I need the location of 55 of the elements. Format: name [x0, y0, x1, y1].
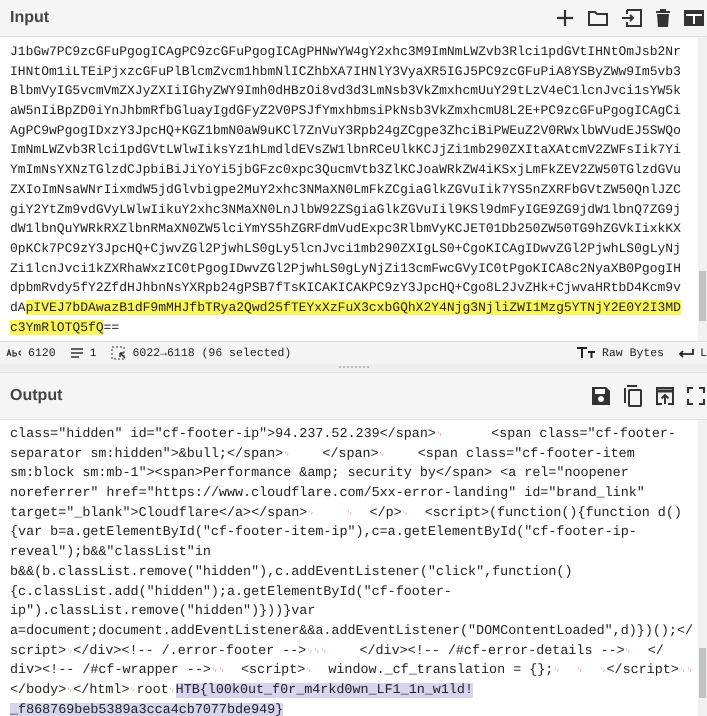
code-text: == [104, 320, 120, 335]
fullscreen-icon[interactable] [685, 385, 707, 407]
code-text: script>␊</div><!-- /.error-footer -->␊␊␊ </div><!-- /#cf-error-details -->␊ </ [10, 644, 664, 659]
code-text: reveal");b&&"classList"in [10, 545, 211, 560]
code-text: giY2YtZm9vdGVyLWlwIikuY2xhc3NMaXN0LnJlbW92ZSgiaGlkZGVuIil9KSl9dmFyIGE9ZG9jdW1lbnQ7ZG9j [10, 202, 681, 216]
code-text: a=document;document.addEventListener&&a.addEventListener("DOMContentLoaded",d)})();</ [10, 624, 694, 639]
selection-icon [110, 346, 127, 360]
trash-icon[interactable] [653, 6, 673, 30]
code-text: separator sm:hidden">&bull;</span>␊ </span>␊ <span class="cf-footer-item [10, 446, 635, 462]
text-size-icon [576, 347, 596, 359]
scrollbar[interactable] [698, 37, 707, 341]
code-text: dW1lbnQuYWRkRXZlbnRMaXN0ZW5lciYmYS5hZGRFdmVudExpc3RlbmVyKCJET01Db250ZW50TG9hZGVkIixkKX [10, 221, 681, 236]
layout-icon[interactable] [681, 7, 707, 29]
characters-icon [6, 349, 22, 357]
highlighted-text: pIVEJ7bDAwazB1dF9mMHJfbTRya2Qwd25fTEYxXzFuX3cxbGQhX2Y4Njg3NjliZWI1Mzg5YTNjY2E0Y2I3MD [26, 300, 681, 315]
selection-range: 6022→6118 (96 selected) [132, 346, 292, 360]
code-text: {var b=a.getElementById("cf-footer-item-ip"),c=a.getElementById("cf-footer-ip- [10, 525, 637, 540]
save-icon[interactable] [589, 384, 613, 408]
highlighted-text: HTB{l00k0ut_f0r_m4rkd0wn_LF1_1n_w1ld! [176, 682, 473, 698]
code-text: YmImNsYXNzTGlzdCJpbiBiJiYoYi5jbGFzc0xpc3QucmVtb3ZlKCJoaWRkZW4iKSxjLmFkZEV2ZW50TGlzdGVu [10, 162, 681, 178]
code-text: </body>␊</html>␊root␊ [10, 682, 176, 698]
code-text: {c.classList.add("hidden");a.getElementById("cf-footer- [10, 584, 452, 600]
code-text: dA [10, 300, 26, 315]
code-text: Zi1lcnJvci1kZXRhaWxzIC0tPgogIDwvZGl2PjwhLS0gLyNjZi13cmFwcGVyIC0tPgoKICA8c2NyaXB0PgogIH [10, 260, 681, 276]
line-count: 1 [90, 346, 97, 360]
code-text: dpbmRvdy5fY2ZfdHJhbnNsYXRpb24gPSB7fTsKICAKICAKPC9zY3JpcHQ+Cgo8L2JvZHk+CjwvaHRtbD4Kcm9v [10, 280, 681, 296]
line-ending-button[interactable]: L [678, 346, 707, 360]
scrollbar[interactable] [698, 420, 707, 716]
highlighted-text: _f868769beb5389a3cca4cb7077bde949} [10, 702, 284, 716]
code-text: BlbmVyIG5vcmVmZXJyZXIiIGhyZWY9Imh0dHBzOi8vd3d3LmNsb3VkZmxhcmUuY29tLzV4eC1lcnJvci1sYW5k [10, 83, 681, 98]
code-text: target="_blank">Cloudflare</a></span>␊ ␊ </p>␊ <script>(function(){function d() [10, 506, 682, 521]
code-text: ZXIoImNsaWNrIixmdW5jdGlvbigpe2MuY2xhc3NMaXN0LmFkZCgiaGlkZGVuIik7YS5nZXRFbGVtZW50QnlJZC [10, 182, 681, 197]
code-text: ImNmLWZvb3Rlci1pdGVtLWlwIiksYz1hLmdldEVsZW1lbnRCeUlkKCJjZi1mb290ZXItaXAtcmV2ZWFsIik7Yi [10, 142, 681, 158]
panel-title: Input [10, 9, 50, 27]
code-text: J1bGw7PC9zcGFuPgogICAgPC9zcGFuPgogICAgPHNwYW4gY2xhc3M9ImNmLWZvb3Rlci1pdGVtIHNtOmJsb2Nr [10, 44, 681, 59]
code-text: sm:block sm:mb-1"><span>Performance &amp; security by</span> <a rel="noopener [10, 466, 629, 482]
return-arrow-icon [678, 348, 694, 358]
code-text: noreferrer" href="https://www.cloudflare.com/5xx-error-landing" id="brand_link" [10, 486, 645, 502]
code-text: ip").classList.remove("hidden")}))}var [10, 604, 316, 620]
code-text: IHNtOm1iLTEiPjxzcGFuPlBlcmZvcm1hbmNlICZhbXA7IHNlY3VyaXR5IGJ5PC9zcGFuPiA8YSByZWw9Im5vb3 [10, 64, 681, 79]
open-in-window-icon[interactable] [653, 384, 677, 408]
copy-icon[interactable] [621, 383, 645, 409]
code-text: aW5nIiBpZD0iYnJhbmRfbGluayIgdGFyZ2V0PSJfYmxhbmsiPkNsb3VkZmxhcmU8L2E+PC9zcGFuPgogICAgCi [10, 103, 681, 118]
import-icon[interactable] [619, 6, 645, 30]
panel-title: Output [10, 387, 62, 405]
lines-icon [70, 348, 84, 358]
code-text: div><!-- /#cf-wrapper -->␊␊ <script>␊ window._cf_translation = {};␊ ␊ ␊</script>␊␊ [10, 663, 693, 678]
code-text: AgPC9wPgogIDxzY3JpcHQ+KGZ1bmN0aW9uKCl7ZnVuY3Rpb24gZCgpe3ZhciBiPWEuZ2V0RWxlbWVudEJ5SWQo [10, 122, 681, 138]
code-text: b&&(b.classList.remove("hidden"),c.addEventListener("click",function() [10, 564, 572, 580]
character-count: 6120 [28, 346, 56, 360]
resize-handle[interactable] [338, 366, 368, 370]
encoding-button[interactable]: Raw Bytes [576, 346, 664, 360]
code-text: class="hidden" id="cf-footer-ip">94.237.52.239</span>␊ <span class="cf-footer- [10, 427, 676, 442]
highlighted-text: c3YmRlOTQ5fQ [10, 320, 104, 335]
code-text: 0pKCk7PC9zY3JpcHQ+CjwvZGl2PjwhLS0gLy5lcnJvci1mb290ZXIgLS0+CgoKICAgIDwvZGl2PjwhLS0gLyNj [10, 240, 681, 256]
